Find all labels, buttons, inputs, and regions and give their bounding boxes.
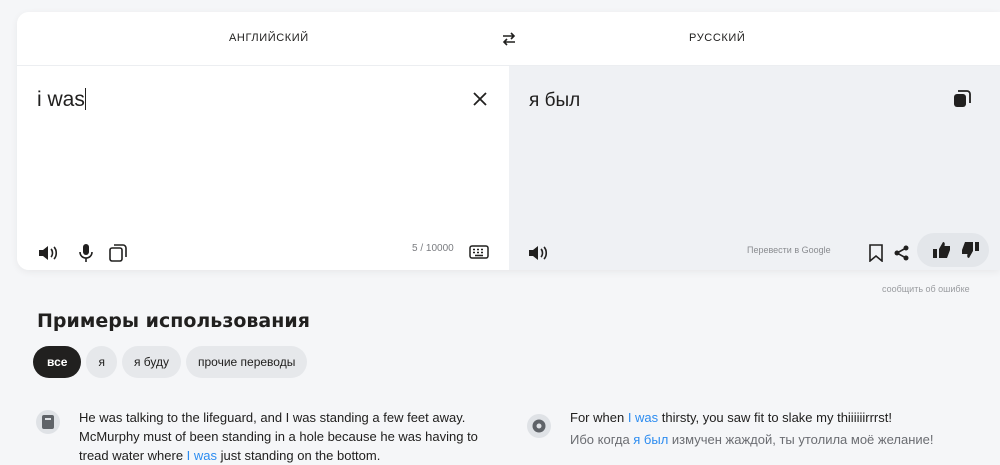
bookmark-icon xyxy=(869,244,883,262)
examples-filter-chips: все я я буду прочие переводы xyxy=(33,346,308,378)
source-language-button[interactable]: АНГЛИЙСКИЙ xyxy=(229,32,309,44)
example-right-en-highlight: I was xyxy=(627,410,659,425)
example-right-en-post: thirsty, you saw fit to slake my thiiiii… xyxy=(658,410,892,425)
target-pane: я был Перевести в Google xyxy=(509,66,1000,270)
close-icon xyxy=(473,92,487,106)
speaker-icon xyxy=(529,246,548,260)
book-icon xyxy=(42,415,54,429)
film-reel-icon xyxy=(532,419,546,433)
thumbs-up-icon xyxy=(933,242,950,258)
thumbs-down-button[interactable] xyxy=(959,239,981,261)
character-counter: 5 / 10000 xyxy=(412,243,454,254)
example-right-en: For when I was thirsty, you saw fit to s… xyxy=(570,408,980,427)
translate-in-google-link[interactable]: Перевести в Google xyxy=(747,245,831,255)
example-left-text-pre: tread water where xyxy=(79,448,187,463)
source-copy-button[interactable] xyxy=(107,242,129,264)
film-source-badge xyxy=(527,414,551,438)
keyboard-icon xyxy=(469,245,489,259)
voice-input-button[interactable] xyxy=(75,242,97,264)
speaker-icon xyxy=(39,246,58,260)
example-right-ru: Ибо когда я был измучен жаждой, ты утоли… xyxy=(570,430,980,449)
source-text-input[interactable]: i was xyxy=(37,88,86,112)
translation-text: я был xyxy=(529,90,581,111)
virtual-keyboard-button[interactable] xyxy=(468,241,490,263)
chip-all[interactable]: все xyxy=(33,346,82,378)
example-left: He was talking to the lifeguard, and I w… xyxy=(79,408,489,465)
source-pane: i was 5 / 10000 xyxy=(17,66,509,270)
example-left-text-post: just standing on the bottom. xyxy=(217,448,381,463)
example-right-ru-highlight: я был xyxy=(633,432,669,447)
thumbs-up-button[interactable] xyxy=(931,239,953,261)
chip-ya[interactable]: я xyxy=(86,346,117,378)
translator-card: АНГЛИЙСКИЙ РУССКИЙ i was 5 / 10000 я был… xyxy=(17,12,1000,270)
example-left-highlight: I was xyxy=(186,448,218,463)
language-bar: АНГЛИЙСКИЙ РУССКИЙ xyxy=(17,12,1000,66)
bookmark-button[interactable] xyxy=(865,242,887,264)
share-icon xyxy=(894,245,909,261)
book-source-badge xyxy=(36,410,60,434)
share-button[interactable] xyxy=(891,242,913,264)
swap-languages-button[interactable] xyxy=(498,28,520,50)
thumbs-down-icon xyxy=(962,242,979,258)
microphone-icon xyxy=(79,244,93,262)
target-listen-button[interactable] xyxy=(527,242,549,264)
example-right: For when I was thirsty, you saw fit to s… xyxy=(570,408,980,449)
swap-arrows-icon xyxy=(502,32,516,46)
example-left-line-2: McMurphy must of been standing in a hole… xyxy=(79,429,478,444)
example-right-ru-pre: Ибо когда xyxy=(570,432,634,447)
clear-button[interactable] xyxy=(469,88,491,110)
chip-ya-budu[interactable]: я буду xyxy=(121,346,181,378)
example-left-line-3: tread water where I was just standing on… xyxy=(79,446,489,465)
copy-icon xyxy=(954,90,971,107)
example-right-en-pre: For when xyxy=(570,410,628,425)
target-language-button[interactable]: РУССКИЙ xyxy=(689,32,745,44)
source-text-value: i was xyxy=(37,88,85,111)
text-caret xyxy=(84,88,86,110)
source-listen-button[interactable] xyxy=(37,242,59,264)
copy-icon xyxy=(109,244,127,262)
example-right-ru-post: измучен жаждой, ты утолила моё желание! xyxy=(668,432,934,447)
target-copy-button[interactable] xyxy=(951,88,973,110)
examples-heading: Примеры использования xyxy=(37,310,310,332)
example-left-line-1: He was talking to the lifeguard, and I w… xyxy=(79,410,466,425)
report-error-link[interactable]: сообщить об ошибке xyxy=(882,284,970,294)
rate-translation-group xyxy=(917,233,989,267)
chip-other-translations[interactable]: прочие переводы xyxy=(185,346,308,378)
